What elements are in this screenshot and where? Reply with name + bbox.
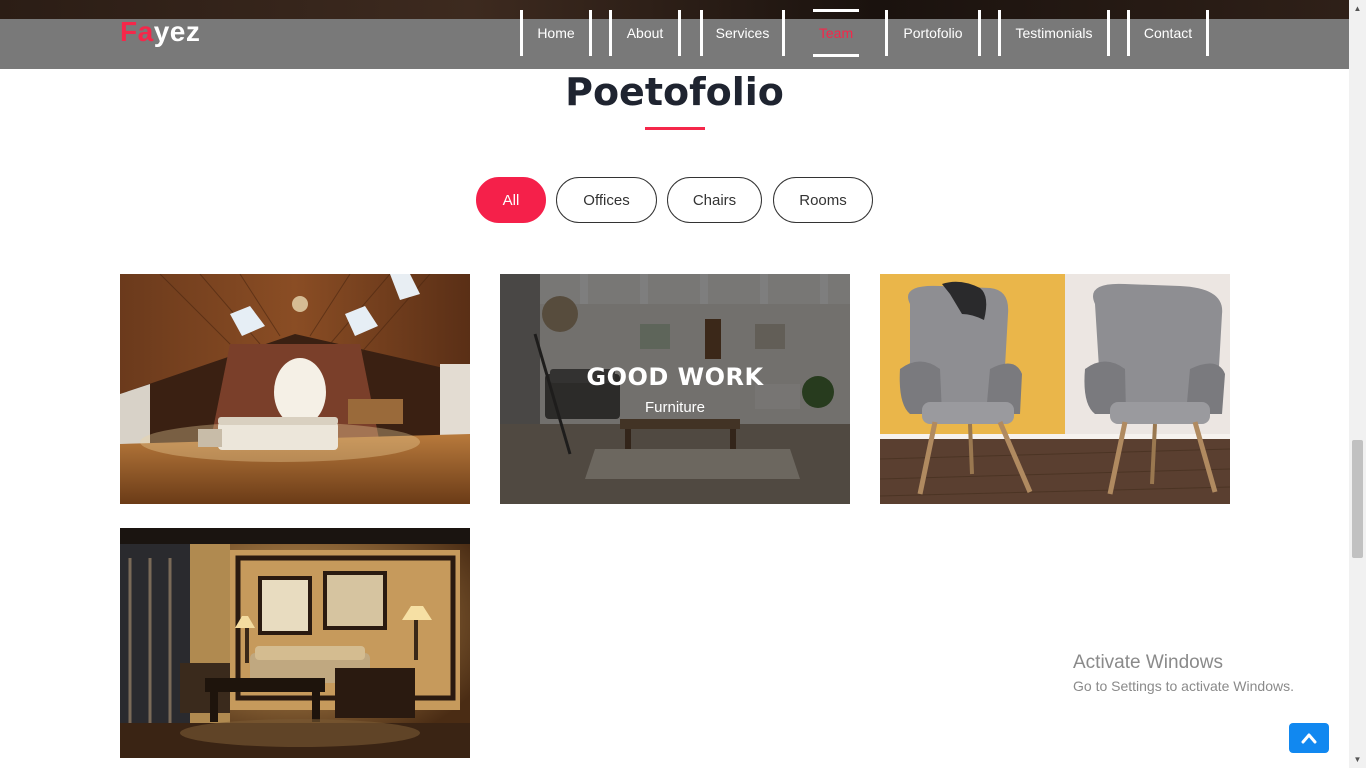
filter-chairs-button[interactable]: Chairs [667,177,762,223]
nav-team-label: Team [818,25,854,41]
scroll-down-arrow-icon[interactable]: ▼ [1349,751,1366,768]
portfolio-filters: All Offices Chairs Rooms [0,177,1349,223]
two-chairs-image [880,274,1230,504]
nav-about[interactable]: About [609,10,681,56]
lounge-image [120,528,470,758]
section-title: Poetofolio [565,70,784,114]
nav-services[interactable]: Services [700,10,785,56]
filter-all-button[interactable]: All [476,177,546,223]
nav-home-label: Home [537,25,575,41]
windows-activation-watermark: Activate Windows Go to Settings to activ… [1073,652,1294,694]
portfolio-item-living-room[interactable]: GOOD WORK Furniture [500,274,850,504]
watermark-line-1: Activate Windows [1073,652,1223,673]
scroll-to-top-button[interactable] [1289,723,1329,753]
nav-portofolio-label: Portofolio [903,25,963,41]
nav-portofolio[interactable]: Portofolio [885,10,981,56]
nav-team[interactable]: Team [813,9,859,57]
title-underline [645,127,705,130]
nav-home[interactable]: Home [520,10,592,56]
nav-services-label: Services [715,25,770,41]
nav-contact[interactable]: Contact [1127,10,1209,56]
nav-about-label: About [626,25,664,41]
filter-rooms-button[interactable]: Rooms [773,177,873,223]
chevron-up-icon [1301,733,1317,744]
nav-contact-label: Contact [1143,25,1193,41]
overlay-subtitle: Furniture [644,398,706,416]
brand-logo-rest: yez [153,16,201,47]
filter-offices-button[interactable]: Offices [556,177,657,223]
brand-logo[interactable]: Fayez [120,16,200,48]
page-scrollbar[interactable]: ▲ ▼ [1349,0,1366,768]
portfolio-item-lounge[interactable] [120,528,470,758]
portfolio-item-attic-bedroom[interactable] [120,274,470,504]
portfolio-item-two-chairs[interactable] [880,274,1230,504]
scroll-up-arrow-icon[interactable]: ▲ [1349,0,1366,17]
portfolio-item-hover-overlay[interactable]: GOOD WORK Furniture [500,274,850,504]
brand-logo-accent: Fa [120,16,154,47]
watermark-line-2: Go to Settings to activate Windows. [1073,678,1294,694]
scrollbar-thumb[interactable] [1352,440,1363,558]
navbar: Fayez Home About Services Team Portofoli… [0,0,1349,69]
nav-testimonials[interactable]: Testimonials [998,10,1110,56]
nav-testimonials-label: Testimonials [1015,25,1093,41]
overlay-title: GOOD WORK [586,362,764,391]
attic-bedroom-image [120,274,470,504]
